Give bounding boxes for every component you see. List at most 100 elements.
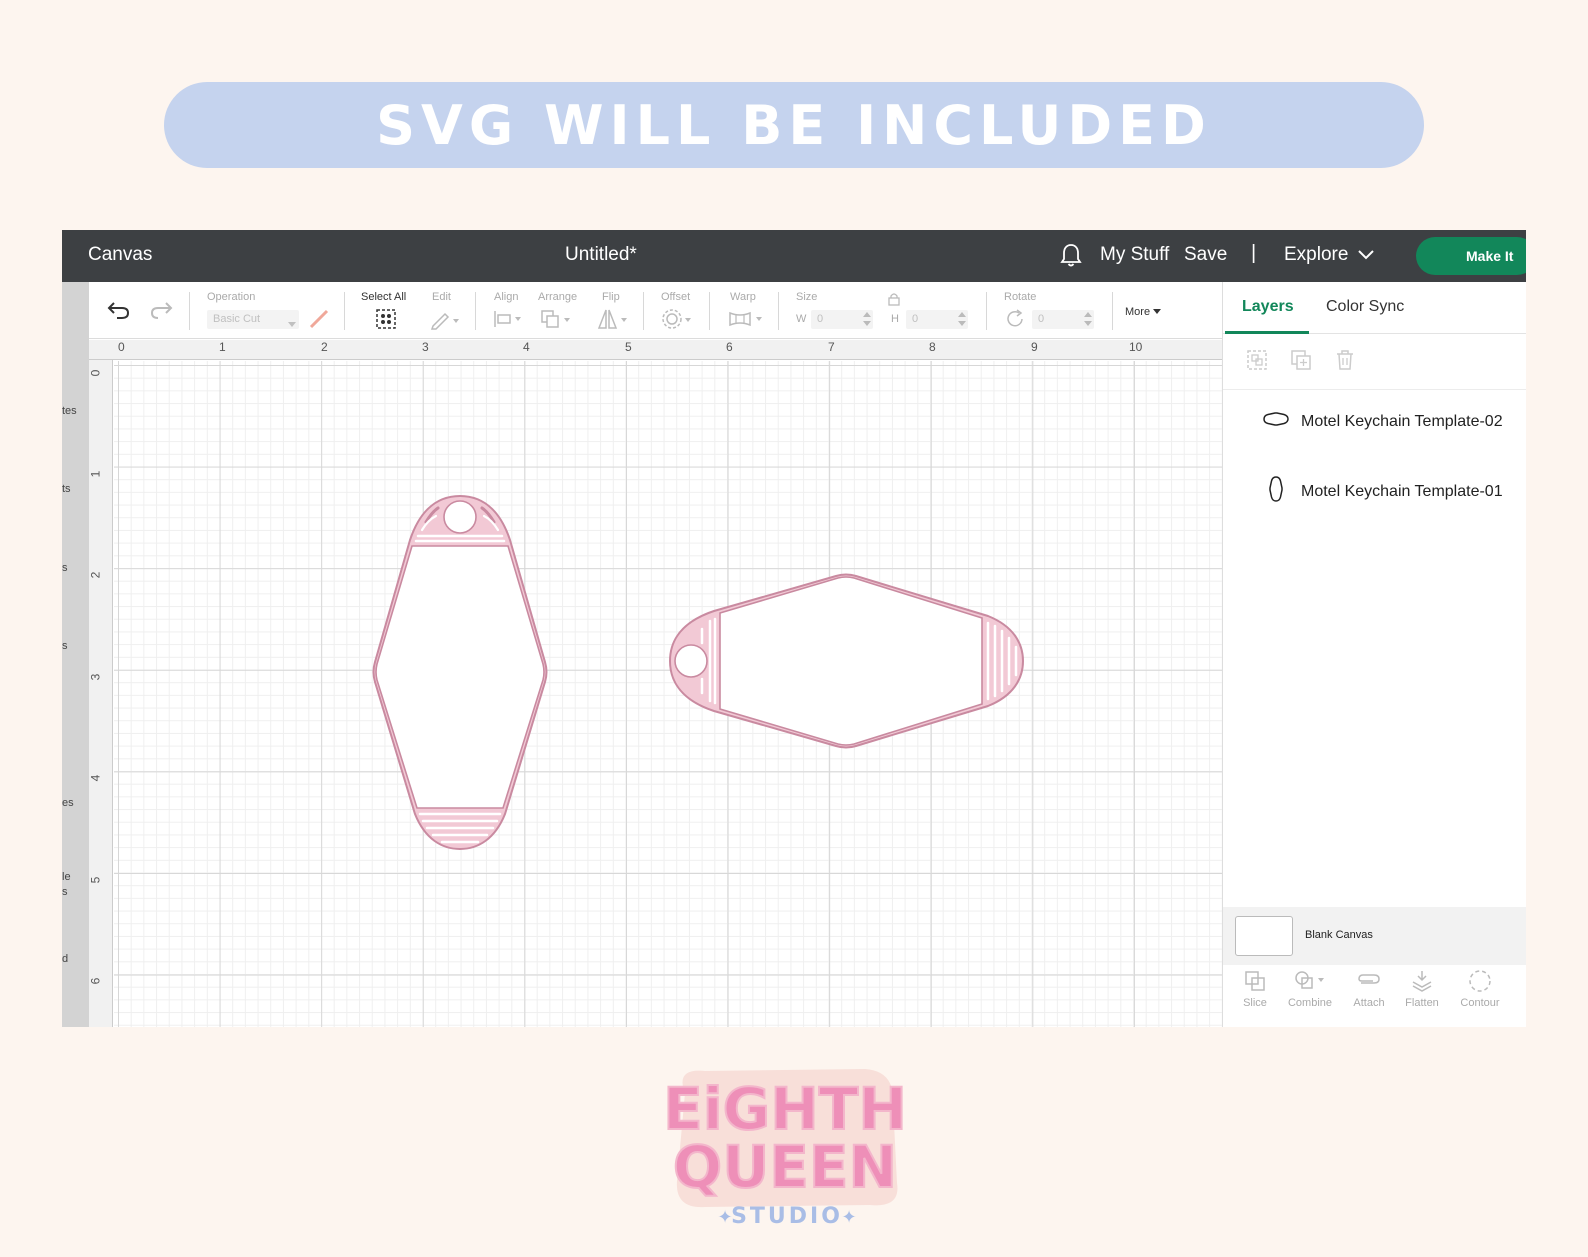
left-strip-label[interactable]: tes [62,405,77,417]
layer-item[interactable]: Motel Keychain Template-02 [1263,412,1503,431]
warp-icon[interactable] [728,310,766,333]
offset-icon[interactable] [661,308,695,335]
ruler-number: 1 [88,470,103,478]
ruler-number: 2 [88,571,103,579]
keychain-horizontal[interactable] [666,571,1027,751]
ruler-number: 3 [88,673,103,681]
layer-thumbnail-icon [1263,412,1289,431]
rotate-icon[interactable] [1004,308,1026,335]
attach-button[interactable]: Attach [1339,969,1399,1009]
paperclip-icon [1358,974,1380,984]
blank-canvas-row[interactable]: Blank Canvas [1223,907,1526,965]
save-button[interactable]: Save [1184,244,1227,266]
logo-line-3: STUDIO [731,1204,843,1229]
tab-layers[interactable]: Layers [1242,298,1294,316]
design-space-window: Canvas Untitled* My Stuff Save | Explore… [62,230,1526,1027]
my-stuff-link[interactable]: My Stuff [1100,244,1169,266]
flip-icon[interactable] [597,308,631,335]
ruler-number: 5 [88,876,103,884]
layer-item[interactable]: Motel Keychain Template-01 [1263,476,1503,507]
ruler-number: 1 [219,340,226,354]
slice-icon [1245,971,1265,991]
ruler-number: 10 [1129,340,1143,354]
select-all-label: Select All [361,291,407,303]
combine-icon [1295,971,1324,989]
ruler-number: 3 [422,340,429,354]
sparkle-icon: ✦ [841,1207,856,1228]
toolbar-divider [643,292,644,330]
explore-menu[interactable]: Explore [1284,244,1375,266]
layers-panel: Layers Color Sync Motel Keychain Templat… [1222,282,1526,1027]
left-strip-label[interactable]: le [62,871,71,883]
banner-text: SVG WILL BE INCLUDED [376,93,1212,157]
arrange-icon[interactable] [540,308,574,335]
align-label: Align [494,291,519,303]
left-strip-label[interactable]: ts [62,483,71,495]
caret-down-icon [1153,309,1162,314]
stepper-icon[interactable] [957,311,967,332]
select-all-icon[interactable] [375,308,397,335]
ruler-number: 0 [88,369,103,377]
document-title[interactable]: Untitled* [565,244,637,266]
stepper-icon[interactable] [1083,311,1093,332]
ruler-number: 9 [1031,340,1038,354]
edit-pencil-icon[interactable] [429,308,463,335]
layer-name: Motel Keychain Template-01 [1301,482,1503,500]
flatten-label: Flatten [1405,997,1439,1009]
bell-icon[interactable] [1059,242,1083,273]
ruler-number: 4 [523,340,530,354]
ruler-number: 8 [929,340,936,354]
ruler-number: 6 [726,340,733,354]
left-strip-label[interactable]: s [62,640,68,652]
ruler-number: 0 [118,340,125,354]
left-strip-label[interactable]: d [62,953,68,965]
left-strip-label[interactable]: s [62,562,68,574]
height-label: H [891,313,899,325]
stepper-icon[interactable] [862,311,872,332]
contour-label: Contour [1460,997,1500,1009]
horizontal-ruler: 0 1 2 3 4 5 6 7 8 9 10 [89,340,1222,360]
ruler-number: 4 [88,774,103,782]
design-canvas[interactable] [114,361,1222,1027]
slice-button[interactable]: Slice [1225,969,1285,1009]
group-icon[interactable] [1245,348,1269,377]
toolbar-divider [189,292,190,330]
undo-icon[interactable] [107,300,131,325]
layer-tools-bar: Slice Combine Attach Flatten Contour [1223,965,1526,1027]
attach-label: Attach [1353,997,1385,1009]
tab-color-sync[interactable]: Color Sync [1326,298,1404,316]
flatten-button[interactable]: Flatten [1392,969,1452,1009]
ruler-number: 5 [625,340,632,354]
more-menu[interactable]: More [1125,306,1162,318]
toolbar-divider [986,292,987,330]
left-strip-label[interactable]: s [62,886,68,898]
make-it-button[interactable]: Make It [1416,237,1526,275]
toolbar-divider [475,292,476,330]
slice-label: Slice [1243,997,1267,1009]
operation-select[interactable]: Basic Cut [207,310,299,329]
toolbar-divider [778,292,779,330]
blank-canvas-swatch[interactable] [1235,916,1293,956]
flip-label: Flip [602,291,620,303]
eighth-queen-studio-logo: EiGHTH QUEEN ✦ STUDIO ✦ [665,1069,905,1229]
chevron-down-icon [1358,244,1375,266]
top-bar: Canvas Untitled* My Stuff Save | Explore… [62,230,1526,282]
pen-color-icon[interactable] [308,308,330,335]
keychain-vertical[interactable] [370,492,550,853]
duplicate-icon[interactable] [1289,348,1313,377]
app-title: Canvas [88,244,153,265]
trash-icon[interactable] [1333,348,1357,377]
align-icon[interactable] [493,310,525,333]
contour-icon [1469,970,1491,992]
redo-icon[interactable] [149,300,173,325]
toolbar-divider [1112,292,1113,330]
lock-icon[interactable] [888,292,900,311]
operation-label: Operation [207,291,256,303]
left-strip-label[interactable]: es [62,797,74,809]
vertical-ruler: 0 1 2 3 4 5 6 [88,360,113,1027]
warp-label: Warp [730,291,756,303]
logo-line-2: QUEEN [673,1133,897,1201]
combine-button[interactable]: Combine [1280,969,1340,1009]
combine-label: Combine [1287,997,1333,1009]
contour-button[interactable]: Contour [1450,969,1510,1009]
